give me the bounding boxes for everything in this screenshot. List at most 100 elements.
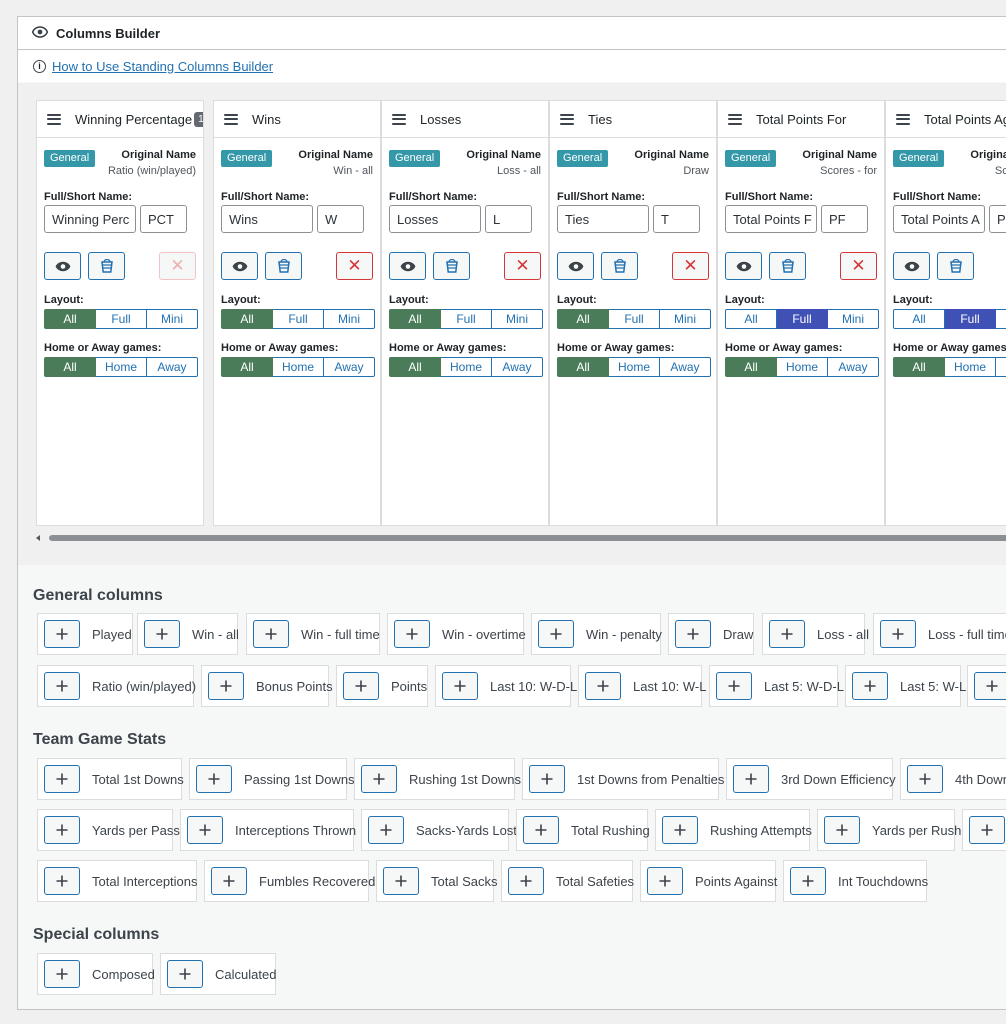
scroll-thumb[interactable]	[49, 535, 1006, 541]
visibility-button[interactable]	[725, 252, 762, 280]
add-column-chip[interactable]: Played	[37, 613, 133, 655]
add-button[interactable]	[852, 672, 888, 700]
add-button[interactable]	[538, 620, 574, 648]
homeaway-option-all[interactable]: All	[389, 357, 441, 377]
column-card[interactable]: Winning Percentage1 General Original Nam…	[36, 100, 204, 526]
add-button[interactable]	[508, 867, 544, 895]
add-column-chip[interactable]: Fumbles Recovered	[204, 860, 375, 902]
add-button[interactable]	[974, 672, 1006, 700]
add-column-chip[interactable]: Rushing 1st Downs	[354, 758, 521, 800]
add-button[interactable]	[343, 672, 379, 700]
layout-option-mini[interactable]: Mini	[828, 309, 879, 329]
column-card-header[interactable]: Wins	[214, 101, 380, 138]
add-column-chip[interactable]: Yards per Rush	[817, 809, 961, 851]
homeaway-option-away[interactable]: Away	[996, 357, 1006, 377]
drag-handle-icon[interactable]	[560, 113, 574, 125]
short-name-input[interactable]: W	[317, 205, 364, 233]
howto-link[interactable]: How to Use Standing Columns Builder	[52, 59, 273, 74]
homeaway-option-away[interactable]: Away	[828, 357, 879, 377]
bucket-button[interactable]	[937, 252, 974, 280]
visibility-button[interactable]	[221, 252, 258, 280]
add-column-chip[interactable]: Points Against	[640, 860, 777, 902]
add-button[interactable]	[585, 672, 621, 700]
add-button[interactable]	[716, 672, 752, 700]
drag-handle-icon[interactable]	[728, 113, 742, 125]
add-column-chip[interactable]: Int Touchdowns	[783, 860, 928, 902]
add-column-chip[interactable]: Passing 1st Downs	[189, 758, 355, 800]
homeaway-option-all[interactable]: All	[725, 357, 777, 377]
column-card[interactable]: Wins General Original Name Win - all Ful…	[213, 100, 381, 526]
delete-button[interactable]: ✕	[159, 252, 196, 280]
layout-option-all[interactable]: All	[221, 309, 273, 329]
column-card-header[interactable]: Total Points Aga	[886, 101, 1006, 138]
homeaway-option-away[interactable]: Away	[324, 357, 375, 377]
add-button[interactable]	[167, 960, 203, 988]
delete-button[interactable]: ✕	[672, 252, 709, 280]
short-name-input[interactable]: PF	[821, 205, 868, 233]
add-button[interactable]	[44, 672, 80, 700]
add-column-chip[interactable]: Last 10: W-L	[578, 665, 706, 707]
add-column-chip[interactable]: Loss - full time	[873, 613, 1006, 655]
full-name-input[interactable]: Total Points F	[725, 205, 817, 233]
full-name-input[interactable]: Losses	[389, 205, 481, 233]
layout-option-full[interactable]: Full	[273, 309, 324, 329]
add-button[interactable]	[880, 620, 916, 648]
add-button[interactable]	[907, 765, 943, 793]
add-column-chip[interactable]: Win - overtime	[387, 613, 526, 655]
add-column-chip[interactable]: 3rd Down Efficiency	[726, 758, 896, 800]
add-column-chip[interactable]: 1st Downs from Penalties	[522, 758, 724, 800]
drag-handle-icon[interactable]	[896, 113, 910, 125]
add-column-chip[interactable]: Yards per Pass	[37, 809, 180, 851]
add-button[interactable]	[361, 765, 397, 793]
visibility-button[interactable]	[44, 252, 81, 280]
column-card[interactable]: Total Points Aga General Original Name S…	[885, 100, 1006, 526]
add-column-chip[interactable]: Composed	[37, 953, 155, 995]
short-name-input[interactable]: T	[653, 205, 700, 233]
add-column-chip[interactable]: Total Safeties	[501, 860, 634, 902]
layout-option-all[interactable]: All	[389, 309, 441, 329]
layout-option-mini[interactable]: Mini	[660, 309, 711, 329]
delete-button[interactable]: ✕	[840, 252, 877, 280]
add-button[interactable]	[824, 816, 860, 844]
homeaway-option-away[interactable]: Away	[147, 357, 198, 377]
delete-button[interactable]: ✕	[504, 252, 541, 280]
add-button[interactable]	[523, 816, 559, 844]
homeaway-option-home[interactable]: Home	[273, 357, 324, 377]
scroll-left-icon[interactable]	[36, 535, 40, 541]
homeaway-option-away[interactable]: Away	[660, 357, 711, 377]
visibility-button[interactable]	[557, 252, 594, 280]
column-card[interactable]: Losses General Original Name Loss - all …	[381, 100, 549, 526]
add-button[interactable]	[196, 765, 232, 793]
add-button[interactable]	[211, 867, 247, 895]
drag-handle-icon[interactable]	[224, 113, 238, 125]
add-button[interactable]	[769, 620, 805, 648]
add-button[interactable]	[675, 620, 711, 648]
add-button[interactable]	[187, 816, 223, 844]
layout-option-full[interactable]: Full	[609, 309, 660, 329]
layout-option-full[interactable]: Full	[96, 309, 147, 329]
short-name-input[interactable]: P	[989, 205, 1006, 233]
add-button[interactable]	[208, 672, 244, 700]
add-column-chip[interactable]: Sacks-Yards Lost	[361, 809, 517, 851]
add-button[interactable]	[44, 816, 80, 844]
short-name-input[interactable]: L	[485, 205, 532, 233]
add-column-chip[interactable]: Loss - all	[762, 613, 869, 655]
add-column-chip[interactable]	[967, 665, 1006, 707]
add-column-chip[interactable]: Bonus Points	[201, 665, 333, 707]
short-name-input[interactable]: PCT	[140, 205, 187, 233]
layout-option-full[interactable]: Full	[945, 309, 996, 329]
full-name-input[interactable]: Winning Perc	[44, 205, 136, 233]
bucket-button[interactable]	[265, 252, 302, 280]
visibility-button[interactable]	[389, 252, 426, 280]
add-button[interactable]	[969, 816, 1005, 844]
homeaway-option-all[interactable]: All	[44, 357, 96, 377]
layout-option-mini[interactable]: Mini	[147, 309, 198, 329]
bucket-button[interactable]	[433, 252, 470, 280]
add-column-chip[interactable]: Calculated	[160, 953, 276, 995]
layout-option-all[interactable]: All	[44, 309, 96, 329]
add-column-chip[interactable]: Total 1st Downs	[37, 758, 184, 800]
add-column-chip[interactable]	[962, 809, 1006, 851]
homeaway-option-away[interactable]: Away	[492, 357, 543, 377]
add-button[interactable]	[529, 765, 565, 793]
homeaway-option-home[interactable]: Home	[945, 357, 996, 377]
